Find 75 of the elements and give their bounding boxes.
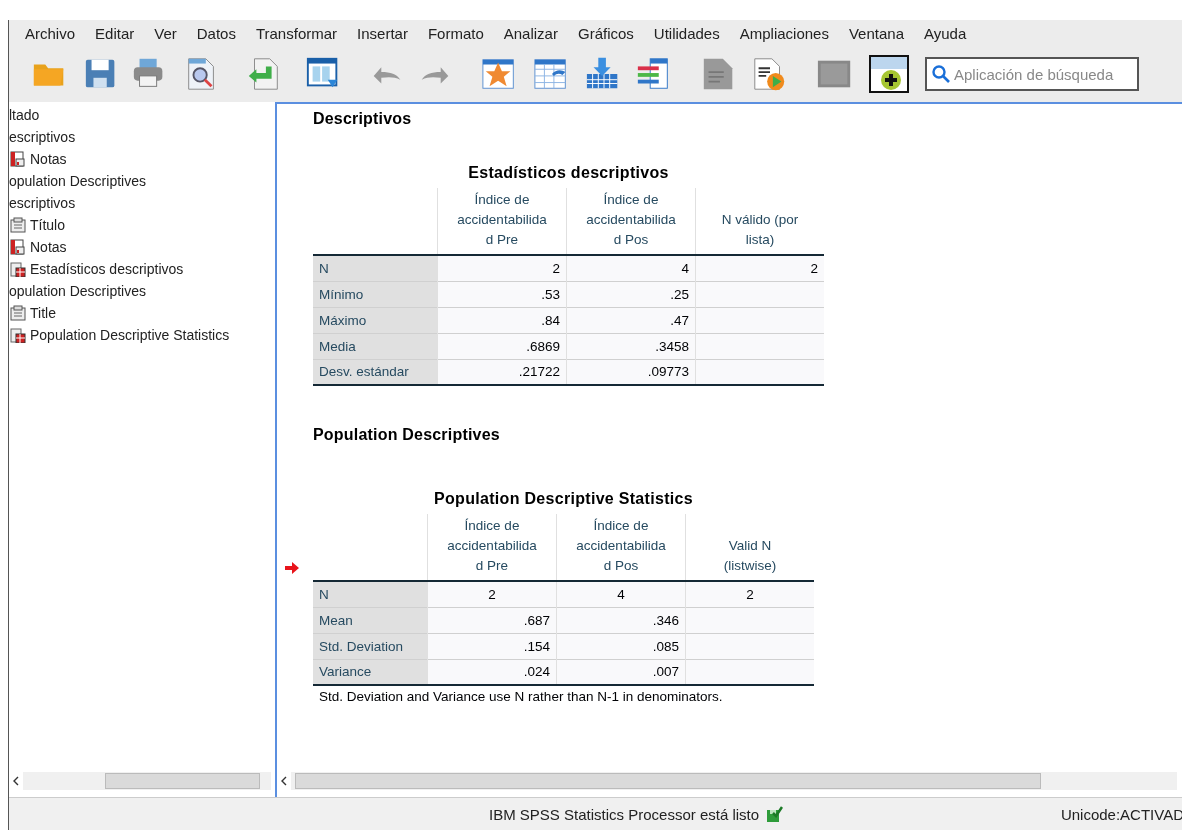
table-item-icon	[10, 327, 26, 343]
column-header: Índice de accidentabilida d Pos	[566, 188, 696, 255]
menu-item[interactable]: Archivo	[17, 24, 88, 42]
row-header: Mean	[313, 607, 428, 633]
menu-item[interactable]: Ventana	[840, 24, 916, 42]
menu-item[interactable]: Ampliaciones	[731, 24, 841, 42]
table-item-icon	[10, 261, 26, 277]
section-heading: Population Descriptives	[313, 426, 501, 444]
table-cell: .25	[566, 281, 696, 307]
menu-item[interactable]: Utilidades	[645, 24, 732, 42]
row-header: Desv. estándar	[313, 359, 438, 385]
menu-item[interactable]: Ayuda	[916, 24, 979, 42]
table-cell: .47	[566, 307, 696, 333]
row-header: N	[313, 581, 428, 607]
table-cell: .346	[556, 607, 686, 633]
outline-item[interactable]: Notas	[30, 239, 67, 255]
menu-item[interactable]: Insertar	[349, 24, 420, 42]
notes-item-icon	[10, 151, 26, 167]
outline-item[interactable]: escriptivos	[9, 195, 76, 211]
table-cell: .3458	[566, 333, 696, 359]
menu-item[interactable]: Transformar	[247, 24, 350, 42]
table-cell: 4	[556, 581, 686, 607]
search-icon	[931, 64, 951, 84]
table-cell: 2	[695, 255, 824, 281]
outline-item[interactable]: Notas	[30, 151, 67, 167]
table-cell: .53	[437, 281, 567, 307]
table-cell: .024	[427, 659, 557, 685]
status-message: IBM SPSS Statistics Processor está listo	[489, 805, 760, 823]
table-title: Population Descriptive Statistics	[433, 490, 694, 508]
menu-item[interactable]: Gráficos	[569, 24, 646, 42]
add-output-icon[interactable]	[869, 54, 909, 94]
table-cell: .007	[556, 659, 686, 685]
column-header: N válido (por lista)	[695, 188, 824, 255]
row-header: Variance	[313, 659, 428, 685]
scrollbar-thumb[interactable]	[295, 773, 1041, 789]
section-heading: Descriptivos	[313, 110, 413, 128]
column-header: Índice de accidentabilida d Pre	[437, 188, 567, 255]
column-header: Índice de accidentabilida d Pos	[556, 514, 686, 581]
outline-item[interactable]: opulation Descriptives	[9, 173, 146, 189]
menu-item[interactable]: Ver	[146, 24, 189, 42]
outline-item[interactable]: Title	[30, 305, 56, 321]
column-header: Valid N (listwise)	[685, 514, 814, 581]
menu-item[interactable]: Analizar	[495, 24, 570, 42]
row-header: Std. Deviation	[313, 633, 428, 659]
outline-item[interactable]: ltado	[9, 107, 40, 123]
scrollbar-thumb[interactable]	[105, 773, 260, 789]
menu-item[interactable]: Formato	[419, 24, 496, 42]
table-title: Estadísticos descriptivos	[467, 164, 670, 182]
row-header: N	[313, 255, 438, 281]
menu-item[interactable]: Datos	[188, 24, 248, 42]
search-field[interactable]: Aplicación de búsqueda	[925, 57, 1139, 91]
row-header: Media	[313, 333, 438, 359]
table-cell: 2	[685, 581, 814, 607]
outline-item[interactable]: Population Descriptive Statistics	[30, 327, 230, 343]
row-header: Máximo	[313, 307, 438, 333]
outline-item[interactable]: escriptivos	[9, 129, 76, 145]
notes-item-icon	[10, 239, 26, 255]
table-cell: .21722	[437, 359, 567, 385]
menu-item[interactable]: Editar	[87, 24, 147, 42]
outline-item[interactable]: Título	[30, 217, 65, 233]
table-cell: 2	[437, 255, 567, 281]
table-cell: 4	[566, 255, 696, 281]
table-footnote: Std. Deviation and Variance use N rather than N-1 in denominators.	[318, 689, 724, 704]
table-cell: .085	[556, 633, 686, 659]
table-cell: .09773	[566, 359, 696, 385]
table-cell: 2	[427, 581, 557, 607]
processor-ready-icon	[765, 805, 784, 823]
table-cell: .84	[437, 307, 567, 333]
column-header: Índice de accidentabilida d Pre	[427, 514, 557, 581]
table-cell: .687	[427, 607, 557, 633]
outline-item[interactable]: opulation Descriptives	[9, 283, 146, 299]
row-header: Mínimo	[313, 281, 438, 307]
table-cell: .154	[427, 633, 557, 659]
outline-item[interactable]: Estadísticos descriptivos	[30, 261, 184, 277]
table-cell: .6869	[437, 333, 567, 359]
